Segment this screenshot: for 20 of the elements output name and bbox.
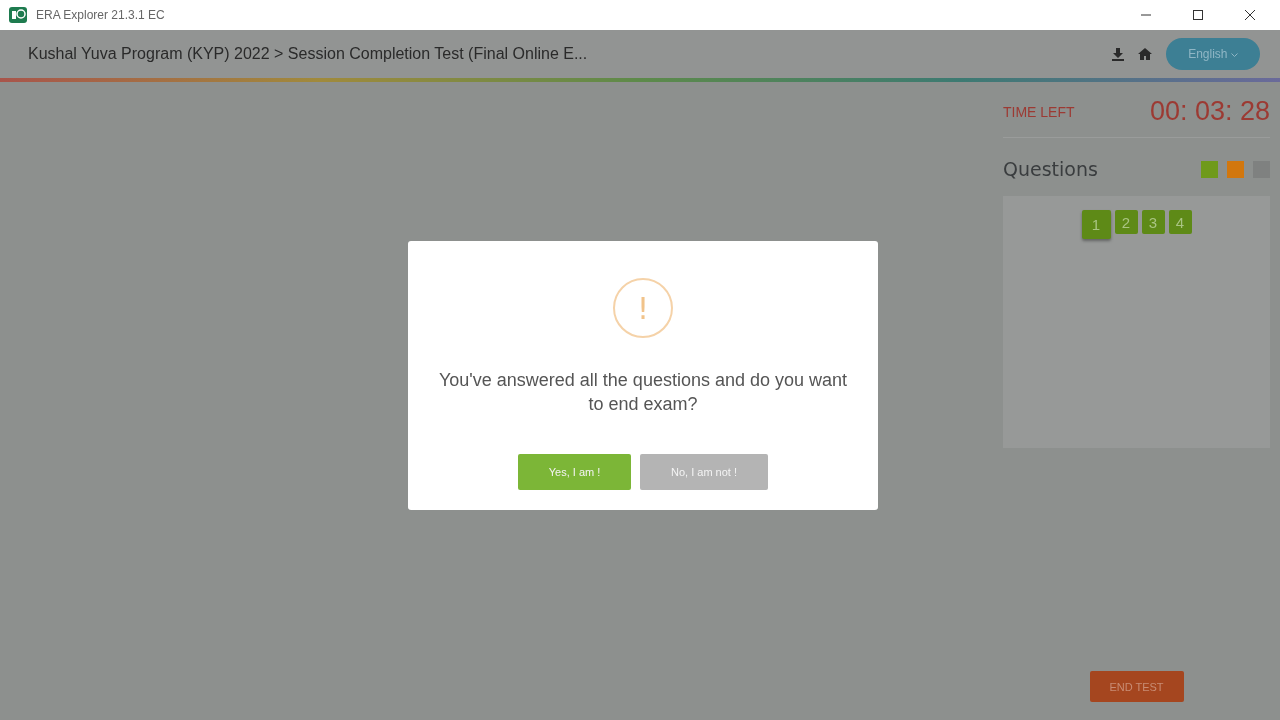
question-number-button[interactable]: 2 <box>1114 210 1138 234</box>
question-number-button[interactable]: 3 <box>1141 210 1165 234</box>
confirm-button[interactable]: Yes, I am ! <box>518 454 631 490</box>
question-number-button[interactable]: 1 <box>1081 210 1111 239</box>
app-logo-icon <box>8 5 28 25</box>
time-left-label: TIME LEFT <box>1003 103 1075 120</box>
download-icon[interactable] <box>1112 47 1124 61</box>
warning-icon: ! <box>613 278 673 338</box>
home-icon[interactable] <box>1138 48 1152 60</box>
countdown-timer: 00: 03: 28 <box>1149 96 1270 127</box>
questions-heading: Questions <box>1003 158 1098 180</box>
window-title: ERA Explorer 21.3.1 EC <box>36 8 166 22</box>
chevron-down-icon <box>1230 53 1238 58</box>
breadcrumb: Kushal Yuva Program (KYP) 2022 > Session Completion Test (Final Online E... <box>28 45 589 63</box>
question-number-button[interactable]: 4 <box>1168 210 1192 234</box>
close-icon <box>1245 10 1255 20</box>
dialog-message: You've answered all the questions and do you want to end exam? <box>438 369 848 416</box>
language-dropdown[interactable]: English <box>1166 38 1260 70</box>
end-test-button[interactable]: END TEST <box>1089 671 1184 702</box>
maximize-icon <box>1193 10 1203 20</box>
